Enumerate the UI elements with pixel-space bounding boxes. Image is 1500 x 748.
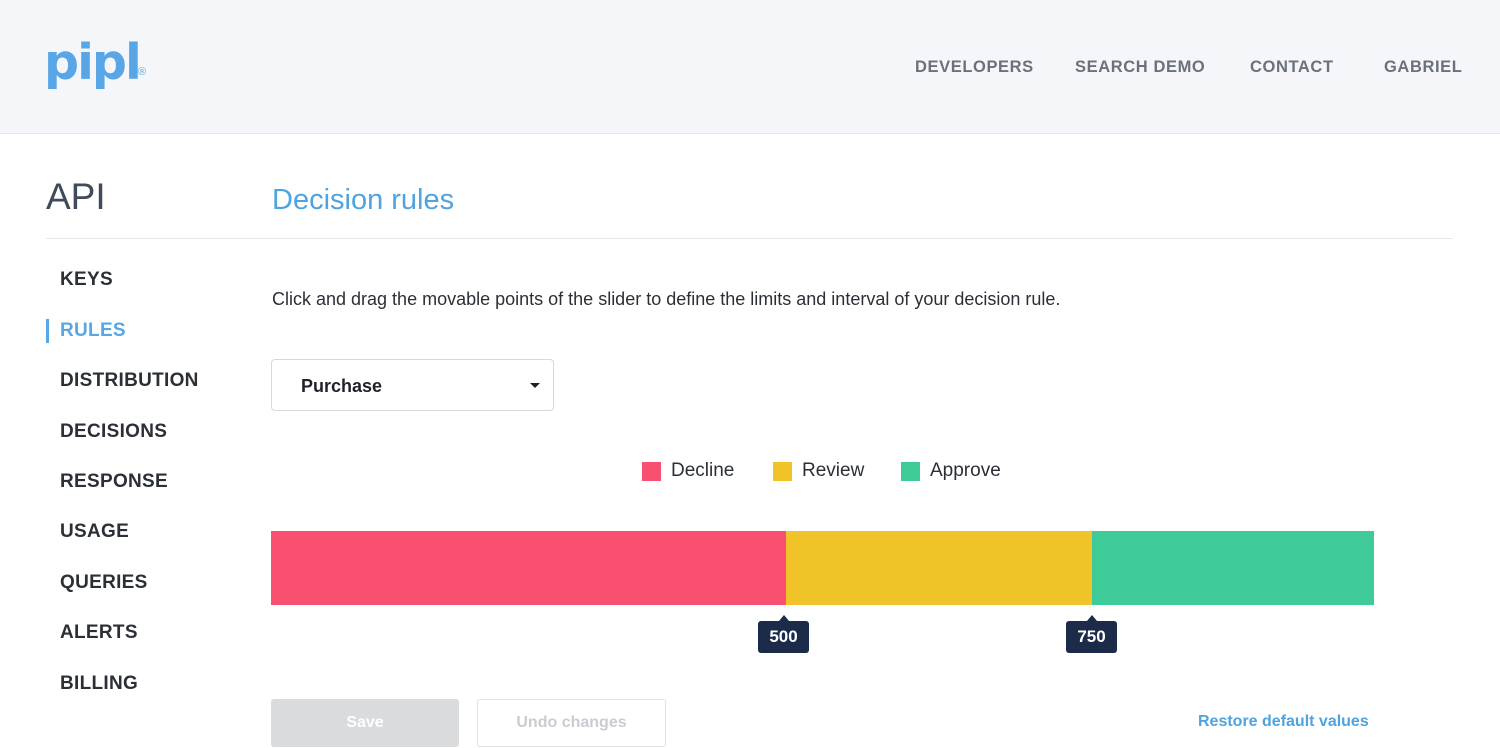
review-segment	[786, 531, 1092, 605]
top-navigation-bar: pipl ® DEVELOPERS SEARCH DEMO CONTACT GA…	[0, 0, 1500, 134]
page-title: Decision rules	[272, 184, 455, 216]
dropdown-selected-value: Purchase	[301, 376, 383, 396]
sidebar-item-distribution[interactable]: DISTRIBUTION	[60, 370, 199, 392]
sidebar-item-billing[interactable]: BILLING	[60, 673, 138, 695]
active-indicator	[46, 319, 49, 343]
nav-user-gabriel[interactable]: GABRIEL	[1384, 58, 1462, 77]
api-title: API	[46, 176, 106, 217]
save-button[interactable]: Save	[271, 699, 459, 747]
sidebar-item-alerts[interactable]: ALERTS	[60, 622, 138, 644]
sidebar-item-decisions[interactable]: DECISIONS	[60, 421, 167, 443]
undo-changes-button[interactable]: Undo changes	[477, 699, 666, 747]
nav-search-demo[interactable]: SEARCH DEMO	[1075, 58, 1205, 77]
legend-label: Review	[802, 460, 865, 481]
instructions-text: Click and drag the movable points of the…	[272, 289, 1061, 309]
slider-handle-review-approve[interactable]: 750	[1066, 615, 1117, 653]
logo-text: pipl	[44, 34, 142, 91]
sidebar-item-queries[interactable]: QUERIES	[60, 572, 148, 594]
title-divider	[46, 238, 1453, 239]
decline-swatch	[642, 462, 661, 481]
sidebar-item-keys[interactable]: KEYS	[60, 269, 113, 291]
review-swatch	[773, 462, 792, 481]
nav-contact[interactable]: CONTACT	[1250, 58, 1334, 77]
caret-down-icon	[530, 383, 540, 388]
sidebar-item-usage[interactable]: USAGE	[60, 521, 129, 543]
restore-default-link[interactable]: Restore default values	[1198, 713, 1369, 731]
sidebar-item-response[interactable]: RESPONSE	[60, 471, 168, 493]
sidebar-item-rules[interactable]: RULES	[60, 320, 126, 342]
approve-swatch	[901, 462, 920, 481]
legend-label: Decline	[671, 460, 735, 481]
legend-label: Approve	[930, 460, 1001, 481]
approve-segment	[1092, 531, 1374, 605]
decline-segment	[271, 531, 786, 605]
registered-mark: ®	[138, 66, 147, 78]
rule-type-dropdown[interactable]: Purchase	[271, 359, 554, 411]
slider-handle-decline-review[interactable]: 500	[758, 615, 809, 653]
nav-developers[interactable]: DEVELOPERS	[915, 58, 1034, 77]
